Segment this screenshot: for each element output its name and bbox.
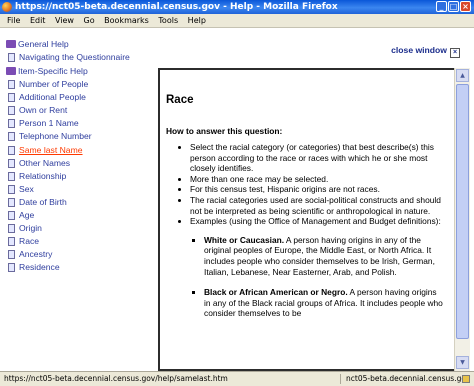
sidebar-item-other-names[interactable]: Other Names [8,157,70,169]
page-icon [8,250,15,260]
page-icon [8,171,15,181]
page-icon [8,224,15,234]
help-content-area: close window × Race How to answer this qu… [158,28,474,371]
how-to-answer-heading: How to answer this question: [166,126,283,136]
instruction-item: Select the racial category (or categorie… [190,142,445,174]
page-icon [8,119,15,129]
menu-tools[interactable]: Tools [158,16,178,25]
help-sidebar: General Help Navigating the Questionnair… [0,28,158,371]
sidebar-item-origin[interactable]: Origin [8,222,42,234]
page-icon [8,106,15,116]
sidebar-item-navigating[interactable]: Navigating the Questionnaire [8,51,130,63]
status-site: nct05-beta.decennial.census.gov [346,374,471,383]
sidebar-item-person-1-name[interactable]: Person 1 Name [8,117,79,129]
menu-file[interactable]: File [7,16,20,25]
menu-help[interactable]: Help [188,16,206,25]
maximize-button[interactable]: □ [448,1,459,12]
example-item: White or Caucasian. A person having orig… [204,235,445,277]
sidebar-item-residence[interactable]: Residence [8,261,60,273]
sidebar-item-additional-people[interactable]: Additional People [8,91,86,103]
book-icon [6,67,16,75]
page-icon [8,132,15,142]
general-help-heading[interactable]: General Help [6,38,69,50]
example-term: White or Caucasian. [204,234,285,245]
sidebar-item-relationship[interactable]: Relationship [8,170,66,182]
page-icon [8,211,15,220]
page-icon [8,53,15,62]
help-frame: Race How to answer this question: Select… [158,68,454,371]
sidebar-item-telephone-number[interactable]: Telephone Number [8,130,92,142]
instruction-item: Examples (using the Office of Management… [190,216,445,319]
sidebar-item-sex[interactable]: Sex [8,183,34,195]
lock-icon [462,375,470,383]
scroll-thumb[interactable] [456,84,469,339]
page-icon [8,197,15,207]
vertical-scrollbar[interactable]: ▲ ▼ [454,68,470,371]
instruction-list: Select the racial category (or categorie… [178,142,445,329]
instruction-item: The racial categories used are social-po… [190,195,445,216]
menu-view[interactable]: View [55,16,74,25]
page-icon [8,263,15,273]
status-url: https://nct05-beta.decennial.census.gov/… [4,374,228,383]
menu-go[interactable]: Go [84,16,95,25]
scroll-down-icon[interactable]: ▼ [456,356,469,369]
firefox-icon [2,2,12,12]
close-window-button[interactable]: × [460,1,471,12]
page-icon [8,80,15,89]
menu-bookmarks[interactable]: Bookmarks [104,16,149,25]
sidebar-item-number-of-people[interactable]: Number of People [8,78,88,90]
close-icon: × [450,48,460,58]
example-list: White or Caucasian. A person having orig… [190,235,445,319]
scroll-up-icon[interactable]: ▲ [456,69,469,82]
page-title: Race [166,94,194,106]
page-icon [8,93,15,103]
page-icon [8,184,15,194]
status-divider [340,374,341,384]
sidebar-item-ancestry[interactable]: Ancestry [8,248,52,260]
minimize-button[interactable]: _ [436,1,447,12]
sidebar-item-date-of-birth[interactable]: Date of Birth [8,196,67,208]
sidebar-item-race[interactable]: Race [8,235,39,247]
menu-edit[interactable]: Edit [30,16,46,25]
book-icon [6,40,16,48]
item-specific-help-heading[interactable]: Item-Specific Help [6,65,88,77]
window-title: https://nct05-beta.decennial.census.gov … [15,2,338,12]
menu-bar: File Edit View Go Bookmarks Tools Help [0,14,474,28]
sidebar-item-same-last-name[interactable]: Same last Name [8,144,83,156]
example-term: Black or African American or Negro. [204,287,348,298]
status-bar: https://nct05-beta.decennial.census.gov/… [0,371,474,386]
window-titlebar: https://nct05-beta.decennial.census.gov … [0,0,474,14]
sidebar-item-age[interactable]: Age [8,209,34,221]
page-icon [8,158,15,168]
example-item: Black or African American or Negro. A pe… [204,287,445,319]
instruction-item: For this census test, Hispanic origins a… [190,184,445,195]
page-icon [8,237,15,247]
instruction-item: More than one race may be selected. [190,174,445,185]
page-icon [8,145,15,155]
sidebar-item-own-or-rent[interactable]: Own or Rent [8,104,67,116]
close-window-link[interactable]: close window × [391,45,460,58]
